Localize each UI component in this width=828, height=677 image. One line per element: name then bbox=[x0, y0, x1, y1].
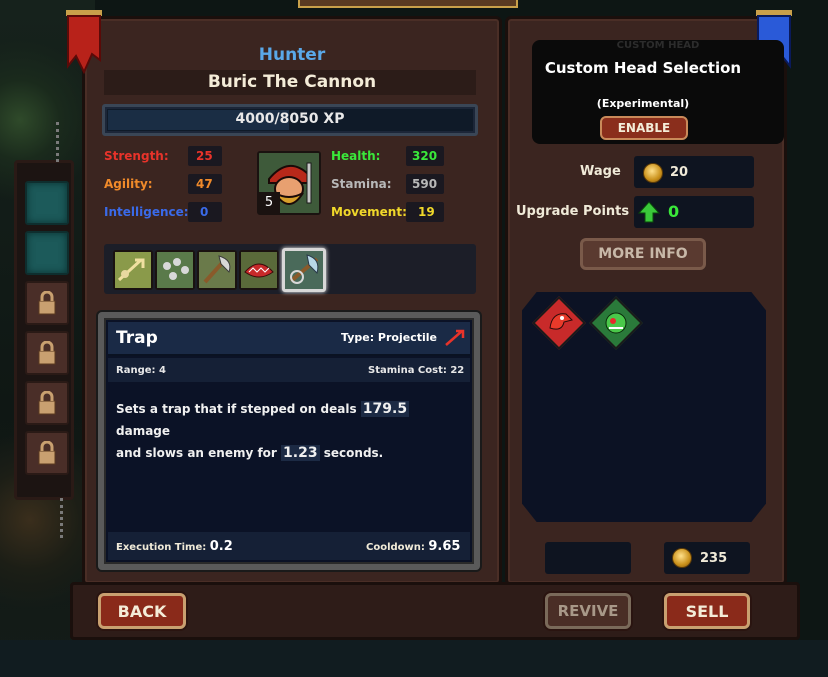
padlock-icon bbox=[38, 341, 56, 365]
sell-button[interactable]: SELL bbox=[664, 593, 750, 629]
skill-desc-text: and slows an enemy for bbox=[116, 446, 277, 460]
custom-head-title: Custom Head Selection bbox=[544, 59, 742, 77]
enable-button[interactable]: ENABLE bbox=[600, 116, 688, 140]
revive-button[interactable]: REVIVE bbox=[545, 593, 631, 629]
cooldown-value: 9.65 bbox=[428, 539, 461, 554]
skill-type: Type: Projectile bbox=[341, 331, 437, 344]
chain-decoration bbox=[60, 498, 68, 538]
wage-label: Wage bbox=[580, 164, 621, 179]
upgrade-points-value: 0 bbox=[668, 202, 680, 221]
empty-box bbox=[545, 542, 631, 574]
red-bird-head-icon bbox=[549, 313, 573, 330]
axe-throw-icon bbox=[199, 252, 235, 288]
skill-slot-3[interactable] bbox=[197, 250, 237, 290]
skill-slot-1[interactable] bbox=[113, 250, 153, 290]
cooldown: Cooldown: 9.65 bbox=[366, 539, 460, 554]
skill-range: Range: 4 bbox=[116, 365, 166, 376]
skill-desc-text: seconds. bbox=[323, 446, 384, 460]
custom-head-ghost-label: CUSTOM HEAD bbox=[616, 40, 700, 51]
skill-desc-text: damage bbox=[116, 424, 171, 438]
skill-slot-2[interactable] bbox=[155, 250, 195, 290]
green-goblin-head-icon bbox=[605, 312, 627, 334]
gold-amount: 235 bbox=[700, 551, 728, 566]
unit-level: 5 bbox=[258, 192, 280, 214]
stat-label-stamina: Stamina: bbox=[331, 177, 392, 191]
custom-head-subtitle: (Experimental) bbox=[596, 97, 690, 110]
skill-title: Trap bbox=[116, 328, 158, 348]
trap-icon bbox=[285, 251, 323, 289]
back-button[interactable]: BACK bbox=[98, 593, 186, 629]
unit-name: Buric The Cannon bbox=[207, 72, 377, 92]
beast-bite-icon bbox=[241, 252, 277, 288]
multi-shot-icon bbox=[157, 252, 193, 288]
stat-label-agility: Agility: bbox=[104, 177, 153, 191]
stat-value-agility: 47 bbox=[196, 177, 213, 191]
wage-value: 20 bbox=[670, 165, 689, 180]
stat-value-movement: 19 bbox=[418, 205, 435, 219]
stat-label-movement: Movement: bbox=[331, 205, 407, 219]
arrow-volley-icon bbox=[115, 252, 151, 288]
chain-decoration bbox=[56, 122, 64, 162]
top-tab bbox=[298, 0, 518, 8]
unit-class: Hunter bbox=[258, 45, 326, 65]
stat-value-strength: 25 bbox=[196, 149, 213, 163]
stat-value-intelligence: 0 bbox=[200, 205, 209, 219]
locked-slot[interactable] bbox=[25, 281, 69, 325]
execution-time: Execution Time: 0.2 bbox=[116, 539, 233, 554]
skill-stamina-cost: Stamina Cost: 22 bbox=[368, 365, 465, 376]
padlock-icon bbox=[38, 441, 56, 465]
party-slot[interactable] bbox=[25, 231, 69, 275]
locked-slot[interactable] bbox=[25, 381, 69, 425]
projectile-arrow-icon bbox=[445, 329, 465, 346]
skill-description: Sets a trap that if stepped on deals 179… bbox=[116, 398, 466, 464]
gold-coin-icon bbox=[643, 163, 663, 183]
bottom-background bbox=[0, 640, 828, 677]
more-info-button[interactable]: MORE INFO bbox=[580, 238, 706, 270]
execution-time-label: Execution Time: bbox=[116, 542, 207, 553]
stat-label-health: Health: bbox=[331, 149, 381, 163]
stat-value-health: 320 bbox=[412, 149, 438, 163]
skill-slot-5[interactable] bbox=[282, 248, 326, 292]
cooldown-label: Cooldown: bbox=[366, 542, 425, 553]
skill-desc-text: Sets a trap that if stepped on deals bbox=[116, 402, 357, 416]
skill-slot-4[interactable] bbox=[239, 250, 279, 290]
execution-time-value: 0.2 bbox=[209, 539, 233, 554]
skill-damage-value: 179.5 bbox=[360, 401, 410, 417]
party-slot[interactable] bbox=[25, 181, 69, 225]
stat-label-strength: Strength: bbox=[104, 149, 169, 163]
party-slot-column bbox=[14, 160, 74, 500]
padlock-icon bbox=[38, 291, 56, 315]
skill-duration-value: 1.23 bbox=[281, 445, 320, 461]
xp-text: 4000/8050 XP bbox=[235, 111, 345, 127]
upgrade-points-label: Upgrade Points bbox=[516, 204, 630, 219]
gold-coin-icon bbox=[672, 548, 692, 568]
locked-slot[interactable] bbox=[25, 331, 69, 375]
stat-label-intelligence: Intelligence: bbox=[104, 205, 189, 219]
locked-slot[interactable] bbox=[25, 431, 69, 475]
green-up-arrow-icon bbox=[638, 201, 660, 223]
stat-value-stamina: 590 bbox=[412, 177, 438, 191]
padlock-icon bbox=[38, 391, 56, 415]
